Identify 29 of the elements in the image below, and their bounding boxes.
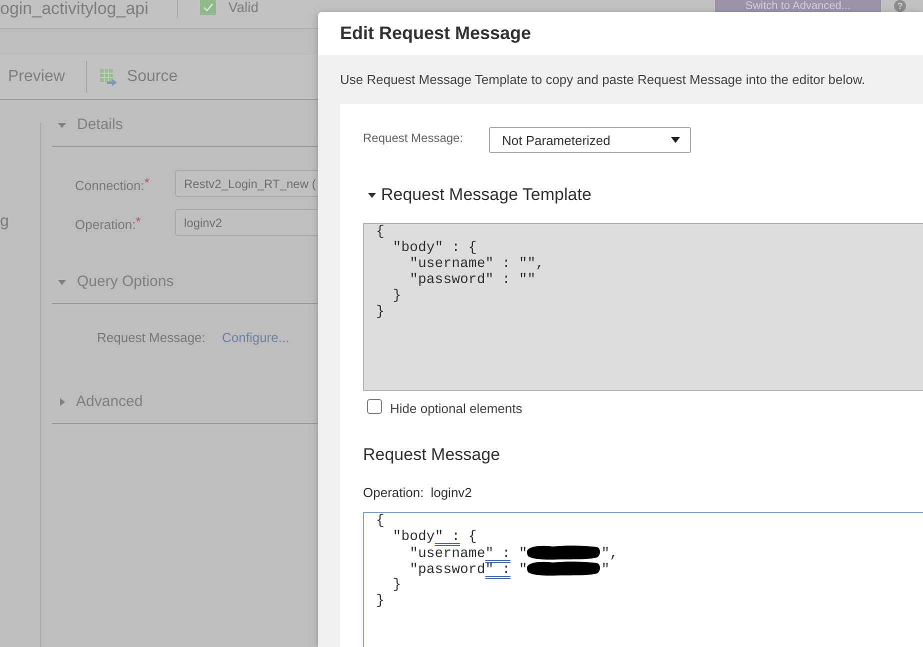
section-toggle[interactable]: Advanced (52, 393, 143, 411)
toolbar-button[interactable]: Source (100, 67, 178, 87)
request-message-select[interactable]: Not Parameterized (489, 127, 691, 153)
text-field[interactable]: Restv2_Login_RT_new ( (175, 170, 318, 197)
dialog-title: Edit Request Message (340, 23, 532, 44)
section-toggle[interactable]: Details (52, 116, 123, 134)
dialog-description: Use Request Message Template to copy and paste Request Message into the editor below. (340, 72, 866, 87)
section-heading: Request Message (363, 444, 500, 466)
field-label: Request Message: (97, 330, 206, 344)
table-arrow-icon (100, 68, 117, 86)
operation-label: Operation: (363, 485, 424, 501)
configure-link[interactable]: Configure... (222, 330, 290, 344)
request-message-editor[interactable]: { "body" : { "username" : " ", "password" : " " } } (363, 512, 923, 647)
app-title: ogin_activitylog_api (0, 0, 148, 17)
field-label: Request Message: (363, 130, 464, 146)
section-toggle[interactable]: Query Options (52, 273, 174, 291)
check-icon (200, 0, 216, 15)
checkbox-label: Hide optional elements (390, 401, 522, 417)
operation-value: loginv2 (430, 485, 472, 501)
status-text: Valid (228, 0, 258, 15)
switch-mode-button[interactable]: Switch to Advanced... (715, 0, 881, 12)
text-field[interactable]: loginv2 (175, 209, 318, 236)
help-button[interactable]: ? (894, 0, 906, 12)
toolbar-button[interactable]: Preview (8, 67, 65, 87)
checkbox[interactable] (367, 399, 382, 414)
template-code-field[interactable]: { "body" : { "username" : "", "password" : "" } } (363, 223, 923, 391)
sidebar-text: g (0, 213, 9, 231)
template-toggle[interactable]: Request Message Template (363, 183, 592, 207)
caret-down-icon (671, 137, 680, 143)
